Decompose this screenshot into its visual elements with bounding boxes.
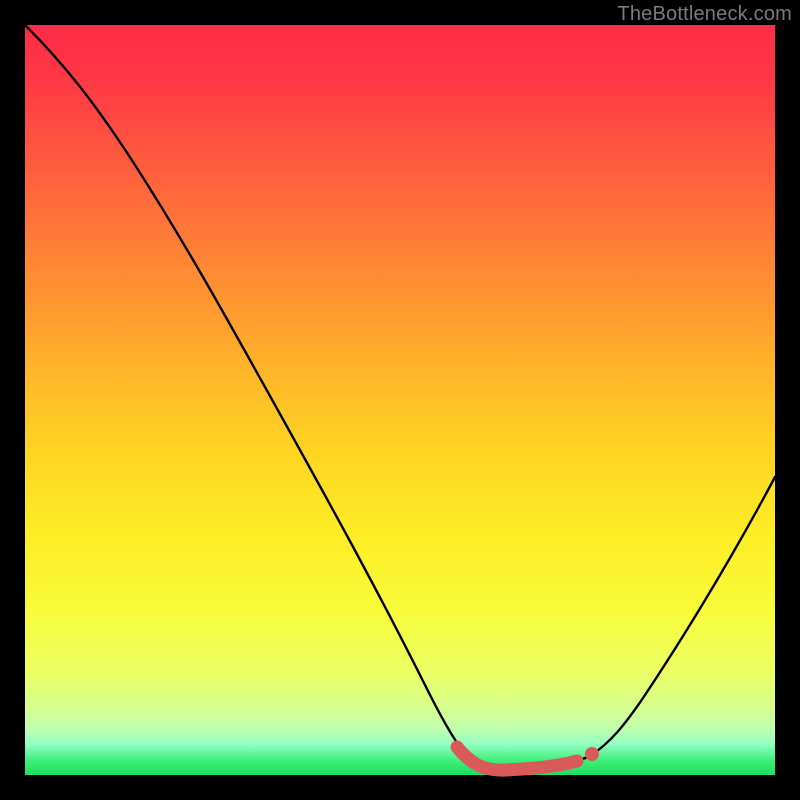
marker-dot bbox=[585, 747, 599, 761]
chart-frame: TheBottleneck.com bbox=[0, 0, 800, 800]
curve-layer bbox=[25, 25, 775, 775]
bottleneck-curve bbox=[25, 25, 775, 770]
attribution-text: TheBottleneck.com bbox=[617, 3, 792, 26]
optimal-range-highlight bbox=[457, 747, 577, 770]
gradient-plot-area bbox=[25, 25, 775, 775]
